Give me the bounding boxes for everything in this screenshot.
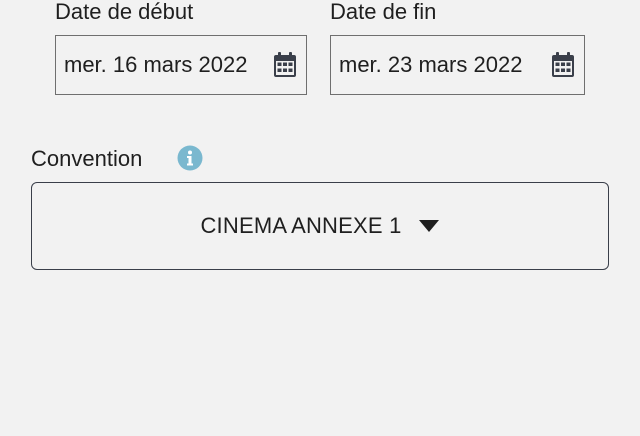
- convention-select[interactable]: CINEMA ANNEXE 1: [31, 182, 609, 270]
- end-date-value: mer. 23 mars 2022: [339, 52, 523, 77]
- end-date-picker[interactable]: mer. 23 mars 2022: [330, 35, 585, 95]
- caret-down-icon: [418, 220, 439, 232]
- calendar-icon: [274, 52, 296, 77]
- start-date-label: Date de début: [55, 0, 194, 24]
- convention-selected-value: CINEMA ANNEXE 1: [200, 213, 402, 238]
- start-date-value: mer. 16 mars 2022: [64, 52, 248, 77]
- date-convention-form: Date de début mer. 16 mars 2022 Date de …: [0, 0, 640, 436]
- end-date-label: Date de fin: [330, 0, 437, 24]
- start-date-picker[interactable]: mer. 16 mars 2022: [55, 35, 307, 95]
- info-icon[interactable]: [177, 145, 203, 171]
- calendar-icon: [552, 52, 574, 77]
- convention-label: Convention: [31, 146, 143, 171]
